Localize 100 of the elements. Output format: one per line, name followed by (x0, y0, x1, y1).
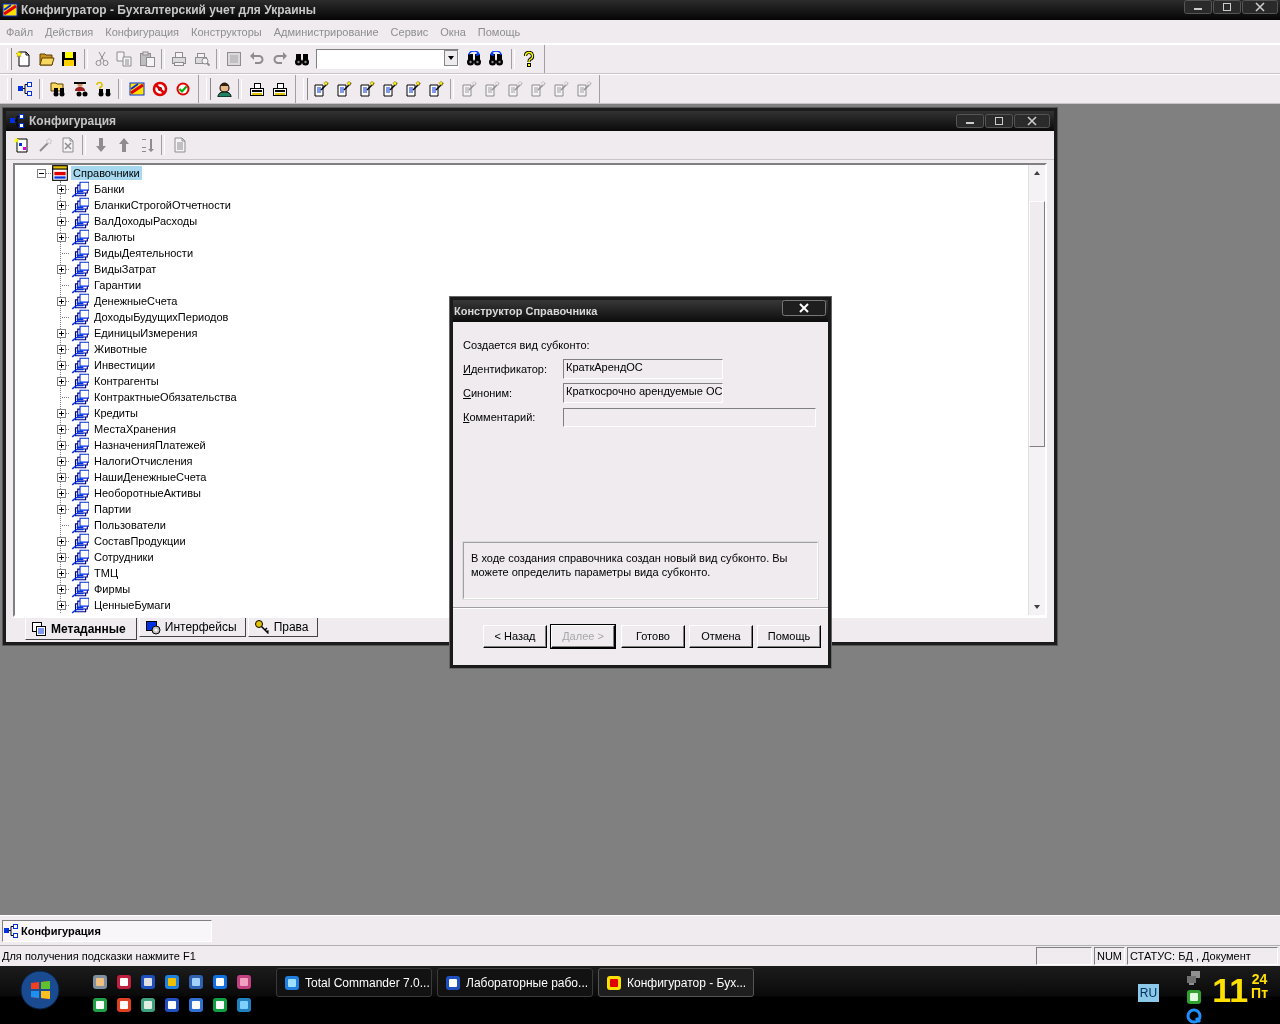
collapse-button[interactable] (37, 168, 46, 178)
colorful-logo-icon[interactable] (128, 81, 145, 97)
expand-button[interactable] (57, 360, 66, 370)
close-button[interactable] (1014, 114, 1050, 128)
app-shortcut-icon[interactable] (164, 974, 180, 990)
cash-register-icon[interactable] (248, 81, 265, 97)
tree-item[interactable]: ТМЦ (92, 566, 121, 580)
open-folder-icon[interactable] (38, 51, 55, 67)
tree-item[interactable]: ВидыЗатрат (92, 262, 159, 276)
find-next-icon[interactable] (465, 51, 482, 67)
tree-structure-icon[interactable] (16, 81, 33, 97)
close-button[interactable] (1242, 0, 1278, 14)
tree-item[interactable]: Кредиты (92, 406, 140, 420)
tree-item[interactable]: МестаХранения (92, 422, 178, 436)
app-shortcut-icon[interactable] (164, 997, 180, 1013)
expand-button[interactable] (57, 424, 66, 434)
app-shortcut-icon[interactable] (116, 997, 132, 1013)
tree-item[interactable]: НеоборотныеАктивы (92, 486, 203, 500)
expand-button[interactable] (57, 216, 66, 226)
wizard-button[interactable]: Отмена (689, 624, 753, 648)
tree-item[interactable]: Сотрудники (92, 550, 156, 564)
minimize-button[interactable] (956, 114, 984, 128)
app-shortcut-icon[interactable] (236, 997, 252, 1013)
tree-item[interactable]: Партии (92, 502, 134, 516)
taskbar-button[interactable]: Конфигуратор - Бух... (598, 968, 754, 997)
wand-document-icon[interactable] (358, 81, 375, 97)
expand-button[interactable] (57, 232, 66, 242)
expand-button[interactable] (57, 568, 66, 578)
minimize-button[interactable] (1184, 0, 1212, 14)
expand-button[interactable] (57, 296, 66, 306)
tab[interactable]: Метаданные (25, 618, 137, 640)
expand-button[interactable] (57, 504, 66, 514)
question-binoculars-icon[interactable] (95, 81, 112, 97)
window-tab[interactable]: Конфигурация (2, 920, 212, 942)
expand-button[interactable] (57, 408, 66, 418)
app-shortcut-icon[interactable] (92, 974, 108, 990)
tree-item[interactable]: БланкиСтрогойОтчетности (92, 198, 233, 212)
tree-item[interactable]: Животные (92, 342, 150, 356)
person-icon[interactable] (215, 81, 232, 97)
expand-button[interactable] (57, 552, 66, 562)
tree-item[interactable]: ВалДоходыРасходы (92, 214, 200, 228)
network-icon[interactable] (1186, 970, 1203, 986)
expand-button[interactable] (57, 440, 66, 450)
close-button[interactable] (782, 300, 826, 316)
expand-button[interactable] (57, 600, 66, 610)
tree-item[interactable]: Банки (92, 182, 127, 196)
search-combo-field[interactable] (316, 49, 460, 69)
tree-item[interactable]: ЕдиницыИзмерения (92, 326, 200, 340)
tree-item[interactable]: ЦенныеБумаги (92, 598, 173, 612)
expand-button[interactable] (57, 536, 66, 546)
no-entry-icon[interactable] (151, 81, 168, 97)
scrollbar[interactable] (1028, 165, 1045, 615)
cash-register-icon[interactable] (271, 81, 288, 97)
taskbar-button[interactable]: Total Commander 7.0... (276, 968, 432, 997)
app-shortcut-icon[interactable] (236, 974, 252, 990)
expand-button[interactable] (57, 376, 66, 386)
language-indicator[interactable]: RU (1137, 984, 1160, 1002)
check-circle-icon[interactable] (174, 81, 191, 97)
expand-button[interactable] (57, 456, 66, 466)
expand-button[interactable] (57, 488, 66, 498)
taskbar-button[interactable]: Лабораторные рабо... (437, 968, 593, 997)
tree-item[interactable]: ДенежныеСчета (92, 294, 180, 308)
maximize-button[interactable] (1213, 0, 1241, 14)
tree-item[interactable]: Справочники (71, 166, 142, 180)
new-item-icon[interactable] (13, 137, 30, 153)
expand-button[interactable] (57, 264, 66, 274)
expand-button[interactable] (57, 200, 66, 210)
tree-item[interactable]: Инвестиции (92, 358, 158, 372)
tree-item[interactable]: Фирмы (92, 582, 133, 596)
expand-button[interactable] (57, 344, 66, 354)
tree-item[interactable]: Пользователи (92, 518, 168, 532)
expand-button[interactable] (57, 472, 66, 482)
app-shortcut-icon[interactable] (188, 974, 204, 990)
person-binoculars-icon[interactable] (72, 81, 89, 97)
tree-item[interactable]: НазначенияПлатежей (92, 438, 208, 452)
wand-document-icon[interactable] (335, 81, 352, 97)
tree-item[interactable]: ВидыДеятельности (92, 246, 196, 260)
tab[interactable]: Права (247, 618, 318, 637)
tree-item[interactable]: КонтрактныеОбязательства (92, 390, 239, 404)
tree-item[interactable]: НашиДенежныеСчета (92, 470, 209, 484)
start-button[interactable] (20, 970, 60, 1010)
wizard-button[interactable]: Готово (621, 624, 685, 648)
tree-item[interactable]: Гарантии (92, 278, 144, 292)
save-icon[interactable] (61, 51, 78, 67)
tree-item[interactable]: НалогиОтчисления (92, 454, 195, 468)
scroll-thumb[interactable] (1029, 201, 1045, 447)
tab[interactable]: Интерфейсы (138, 618, 246, 637)
dropdown-button[interactable] (444, 50, 459, 66)
expand-button[interactable] (57, 184, 66, 194)
app-shortcut-icon[interactable] (140, 997, 156, 1013)
tree-item[interactable]: ДоходыБудущихПериодов (92, 310, 231, 324)
wand-document-icon[interactable] (381, 81, 398, 97)
app-shortcut-icon[interactable] (140, 974, 156, 990)
folder-binoculars-icon[interactable] (49, 81, 66, 97)
app-shortcut-icon[interactable] (188, 997, 204, 1013)
tree-item[interactable]: Контрагенты (92, 374, 161, 388)
wizard-button[interactable]: < Назад (483, 624, 547, 648)
wand-document-icon[interactable] (404, 81, 421, 97)
tree-item[interactable]: СоставПродукции (92, 534, 188, 548)
app-shortcut-icon[interactable] (116, 974, 132, 990)
